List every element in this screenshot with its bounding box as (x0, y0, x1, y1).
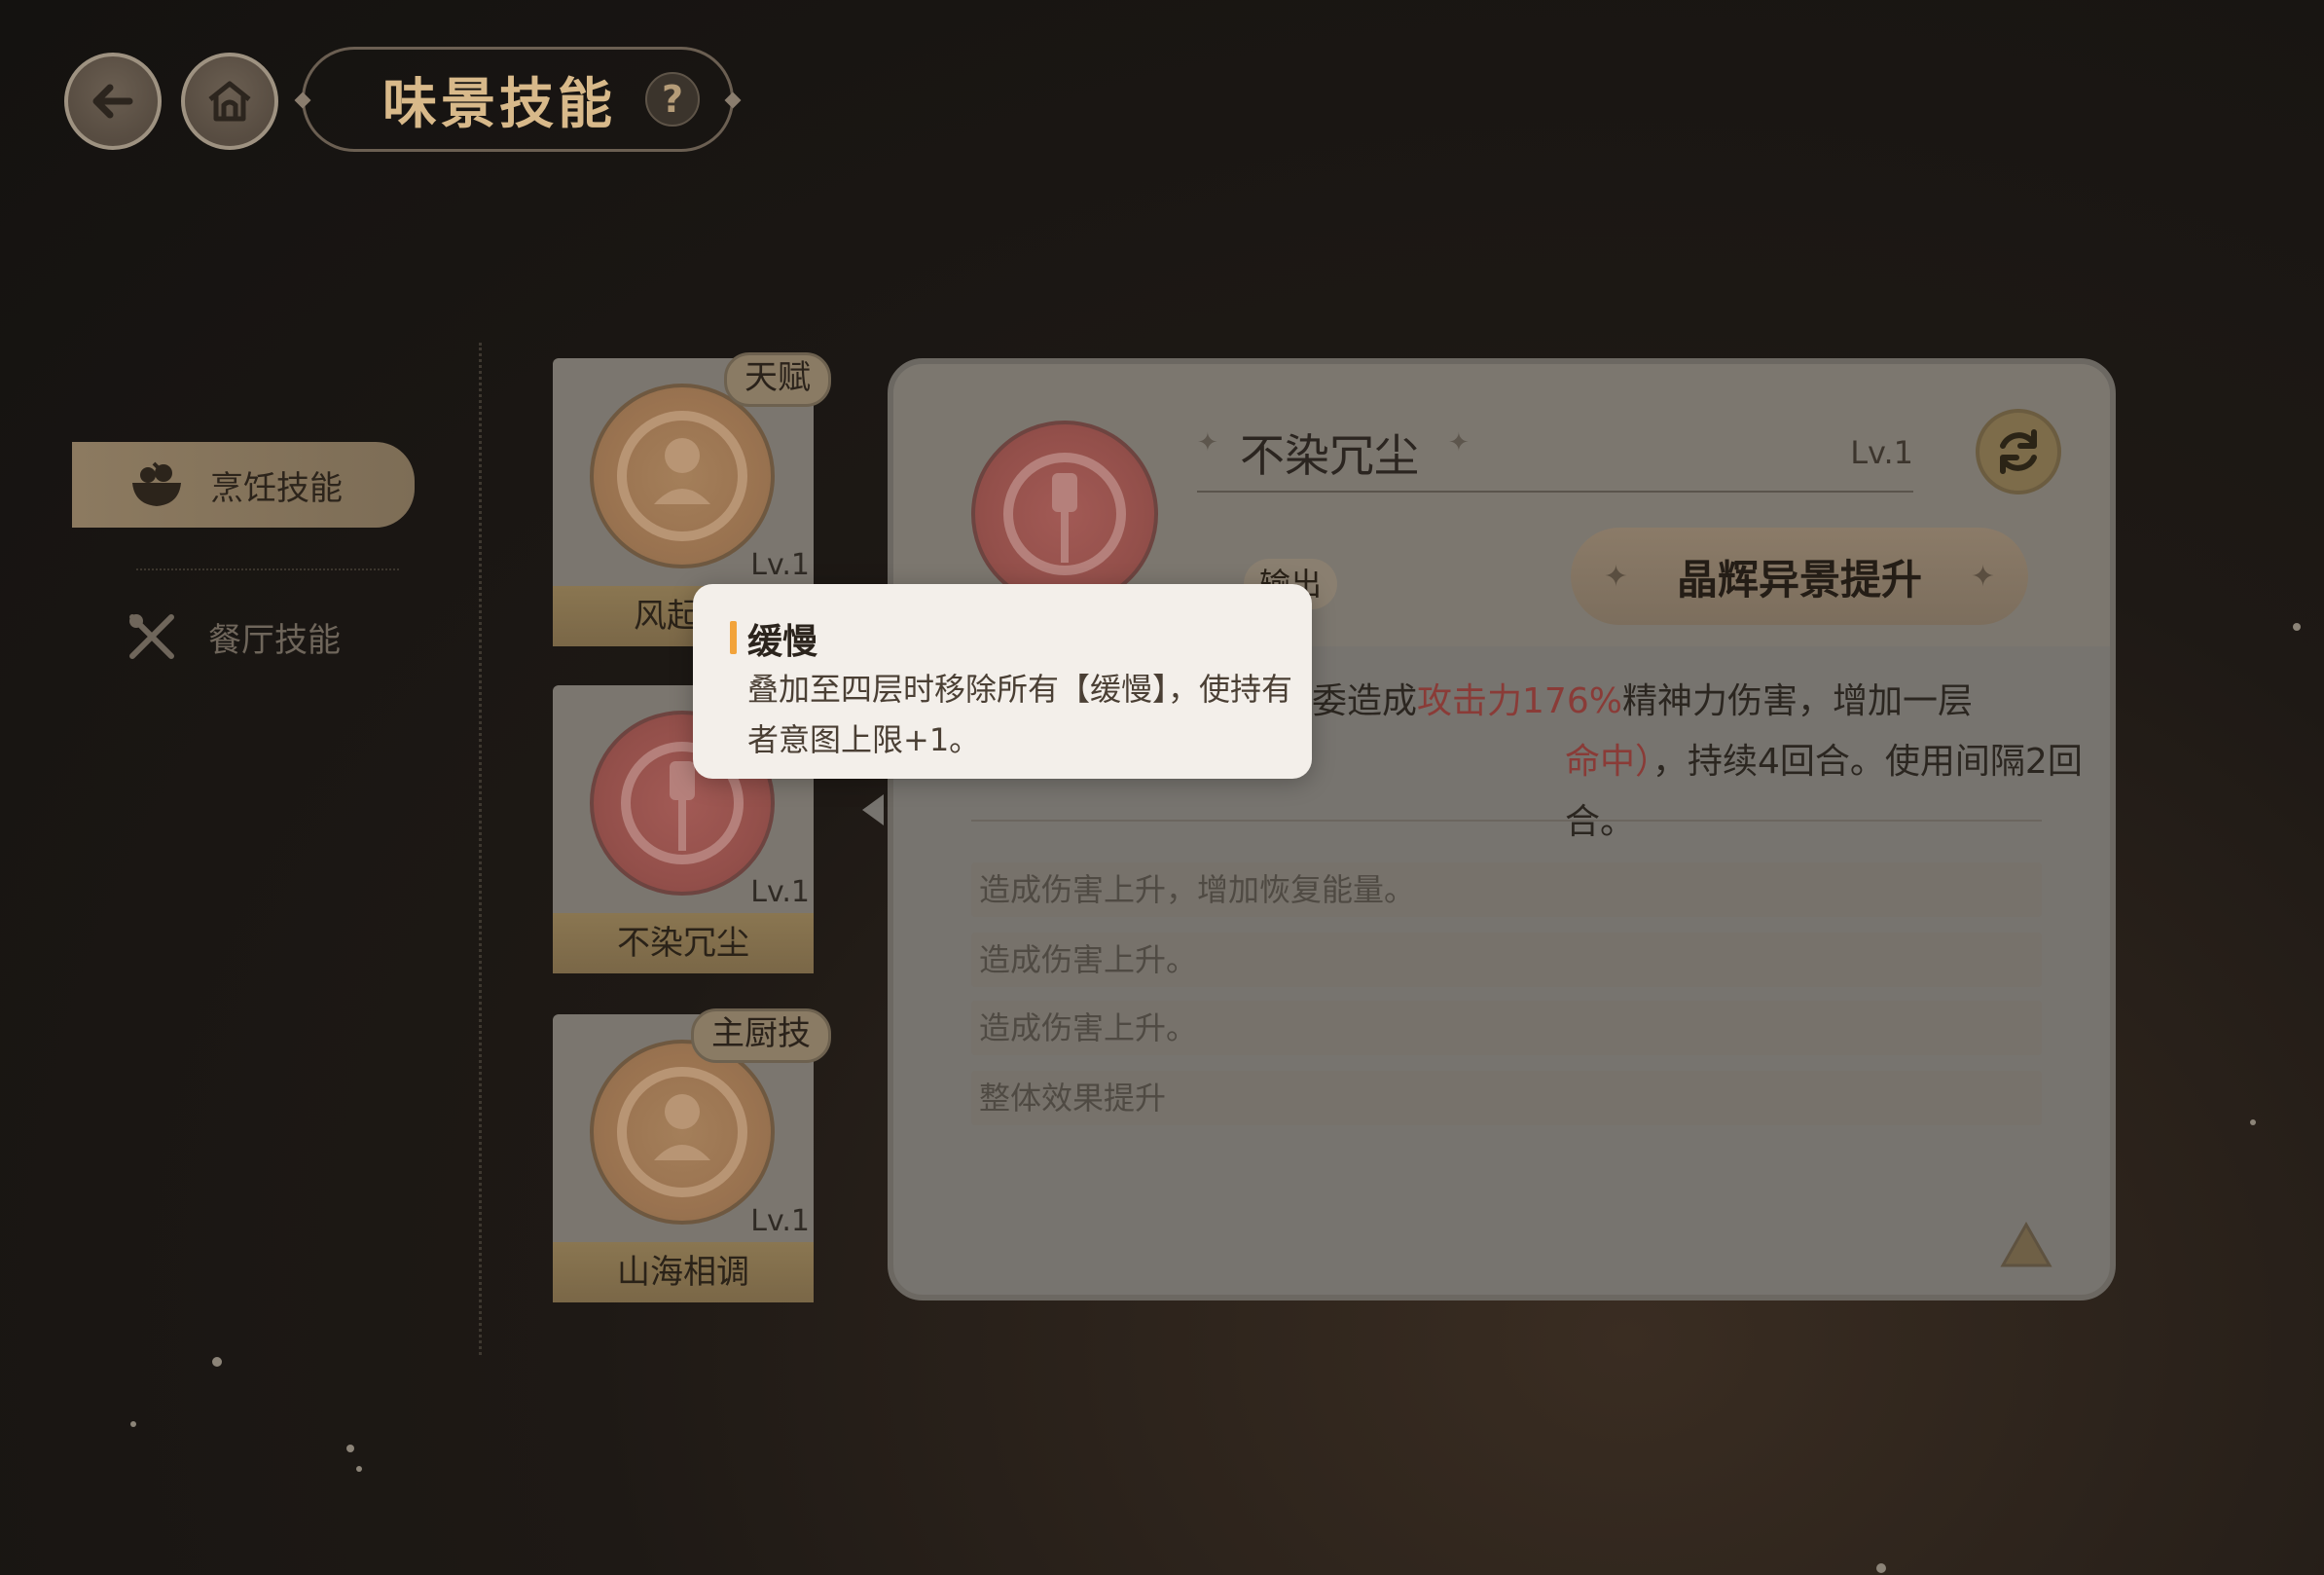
effect-row-4: 整体效果提升 (971, 1071, 2042, 1125)
nav-item-restaurant-skills[interactable]: 餐厅技能 (125, 609, 341, 664)
skill-level-3: Lv.1 (750, 1204, 810, 1238)
title-left-ornament (294, 92, 311, 109)
skill-detail-panel: ✦ 不染冗尘 ✦ Lv.1 输出 ✦ 晶辉异景提升 ✦ 委造成攻击力176%精神… (888, 358, 2116, 1300)
skill-badge-1: 天赋 (724, 352, 831, 407)
background-star (356, 1466, 362, 1472)
panel-pointer (862, 794, 884, 825)
fork-knife-icon (129, 614, 174, 659)
skill-badge-3: 主厨技 (691, 1008, 831, 1063)
food-bowl-icon (132, 461, 181, 506)
desc-line1-highlight: 攻击力176% (1417, 681, 1622, 721)
collapse-triangle-icon[interactable] (1999, 1221, 2053, 1269)
tooltip-accent-bar (730, 621, 737, 654)
nav-item-cooking-label: 烹饪技能 (210, 468, 343, 508)
skill-name-2: 不染冗尘 (553, 913, 814, 973)
description-divider (971, 820, 2042, 822)
tooltip-body: 叠加至四层时移除所有【缓慢】，使持有者意图上限+1。 (747, 671, 1293, 758)
refresh-button[interactable] (1976, 409, 2061, 494)
nav-item-restaurant-label: 餐厅技能 (208, 620, 341, 660)
back-arrow-icon (92, 84, 133, 119)
help-button[interactable]: ? (645, 72, 700, 127)
name-left-sparkle-icon: ✦ (1197, 428, 1218, 458)
skill-name-row: ✦ 不染冗尘 ✦ Lv.1 (1197, 411, 1913, 493)
tooltip-title: 缓慢 (747, 622, 818, 662)
nav-item-cooking-skills[interactable]: 烹饪技能 (72, 442, 415, 528)
name-right-sparkle-icon: ✦ (1448, 428, 1470, 458)
title-right-ornament (724, 92, 742, 109)
effect-row-2: 造成伤害上升。 (971, 933, 2042, 987)
refresh-icon (2000, 429, 2037, 474)
skill-level-1: Lv.1 (750, 548, 810, 582)
chef-figure-icon (617, 1067, 747, 1197)
skill-description: 委造成攻击力176%精神力伤害，增加一层 命中），持续4回合。使用间隔2回合。 (1312, 672, 2110, 853)
upgrade-button-label: 晶辉异景提升 (1676, 555, 1922, 604)
skill-medal-3 (590, 1040, 775, 1225)
spatula-icon (1003, 453, 1126, 575)
effect-row-3: 造成伤害上升。 (971, 1001, 2042, 1055)
status-tooltip: 缓慢 叠加至四层时移除所有【缓慢】，使持有者意图上限+1。 (693, 584, 1312, 779)
chef-figure-icon (617, 411, 747, 541)
home-button[interactable] (181, 53, 278, 150)
description-line-2: 命中），持续4回合。使用间隔2回合。 (1312, 732, 2110, 853)
background-star (1876, 1563, 1886, 1573)
detail-skill-level: Lv.1 (1850, 434, 1913, 471)
detail-skill-name: 不染冗尘 (1240, 429, 1419, 482)
upgrade-left-sparkle-icon: ✦ (1603, 559, 1628, 594)
background-star (212, 1357, 222, 1367)
effect-row-1: 造成伤害上升，增加恢复能量。 (971, 862, 2042, 917)
page-title: 味景技能 (382, 71, 616, 136)
vertical-divider (479, 343, 482, 1355)
title-bar: 味景技能 ? (294, 47, 742, 152)
back-button[interactable] (64, 53, 162, 150)
background-star (2250, 1119, 2256, 1125)
desc-line1-suffix: 精神力伤害，增加一层 (1621, 681, 1973, 721)
desc-line2-highlight: 命中） (1565, 742, 1653, 782)
background-star (346, 1445, 354, 1452)
skill-level-2: Lv.1 (750, 875, 810, 909)
desc-line1-prefix: 委造成 (1312, 681, 1418, 721)
description-line-1: 委造成攻击力176%精神力伤害，增加一层 (1312, 672, 2110, 732)
skill-name-3: 山海相调 (553, 1242, 814, 1302)
upgrade-right-sparkle-icon: ✦ (1971, 559, 1996, 594)
detail-skill-medal (971, 421, 1158, 607)
background-star (2293, 623, 2301, 631)
home-icon (208, 81, 251, 122)
background-star (130, 1421, 136, 1427)
nav-divider (136, 568, 399, 570)
skill-card-3[interactable]: Lv.1 山海相调 主厨技 (553, 1008, 831, 1302)
skill-medal-1 (590, 384, 775, 568)
upgrade-button[interactable]: ✦ 晶辉异景提升 ✦ (1571, 528, 2028, 625)
